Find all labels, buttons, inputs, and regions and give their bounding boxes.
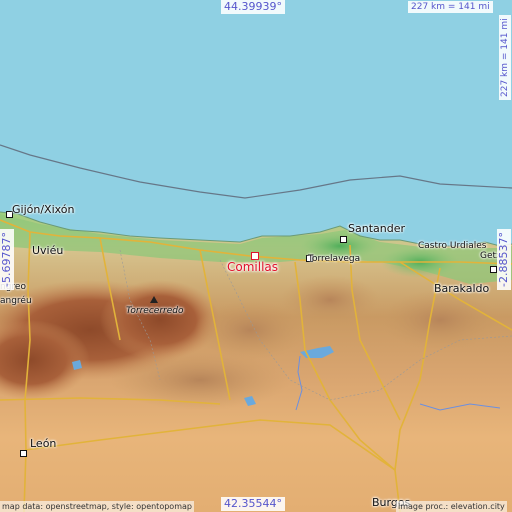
highland [280, 275, 380, 325]
north-coordinate: 44.39939° [221, 0, 285, 14]
city-label-santander: Santander [348, 222, 405, 235]
map-view[interactable]: Gijón/Xixón Uviéu Santander Torrelavega … [0, 0, 512, 512]
city-label-castro-urdiales: Castro Urdiales [418, 241, 487, 251]
city-label-gijon: Gijón/Xixón [12, 203, 75, 216]
city-label-leon: León [30, 437, 57, 450]
scale-label: 227 km = 141 mi [408, 1, 493, 13]
edge-label: angréu [0, 296, 32, 306]
city-marker-icon [340, 236, 347, 243]
city-label-barakaldo: Barakaldo [434, 282, 490, 295]
comillas-marker-icon[interactable] [251, 252, 259, 260]
east-coordinate: -2.88537° [497, 229, 511, 290]
city-marker-icon [490, 266, 497, 273]
highland [380, 290, 500, 350]
image-attribution: image proc.: elevation.city [396, 501, 507, 512]
city-label-uvieu: Uviéu [32, 244, 64, 257]
city-marker-icon [20, 450, 27, 457]
highland [110, 350, 290, 410]
peak-icon [150, 296, 158, 303]
place-label-comillas[interactable]: Comillas [227, 260, 278, 274]
scale-label-vertical: 227 km = 141 mi [499, 15, 511, 100]
peak-label-torrecerredo: Torrecerredo [126, 306, 184, 316]
city-label-torrelavega: Torrelavega [308, 254, 361, 264]
south-coordinate: 42.35544° [221, 497, 285, 511]
map-attribution: map data: openstreetmap, style: opentopo… [0, 501, 194, 512]
west-coordinate: -5.69787° [0, 229, 14, 290]
